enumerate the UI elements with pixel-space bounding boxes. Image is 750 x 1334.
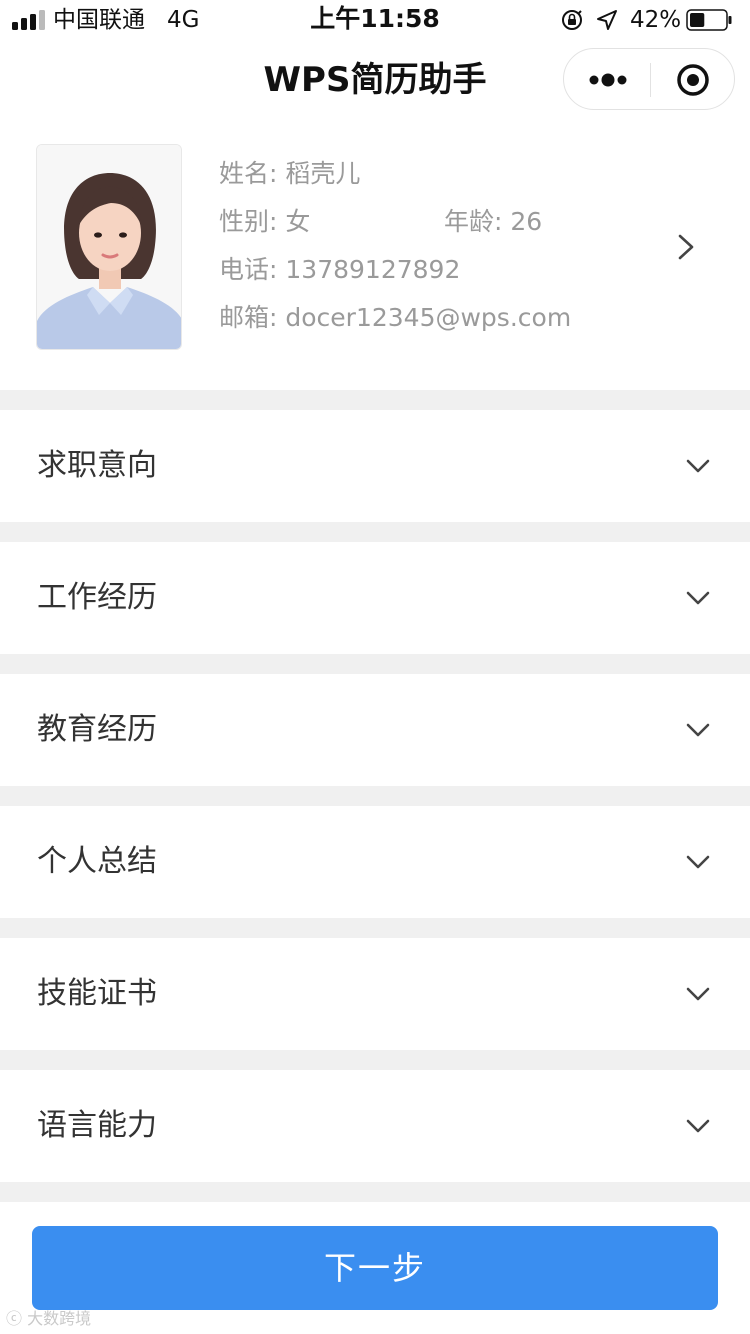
watermark-text: 大数跨境 [27, 1309, 92, 1328]
email-value: docer12345@wps.com [285, 303, 572, 332]
chevron-down-icon [686, 459, 710, 473]
section-title: 教育经历 [37, 712, 157, 747]
chevron-right-icon[interactable] [674, 232, 698, 262]
rotation-lock-icon [562, 10, 582, 30]
phone-row: 电话: 13789127892 [219, 254, 460, 286]
mini-program-capsule [563, 48, 735, 110]
more-dots-icon [589, 73, 627, 87]
watermark: ⓒ 大数跨境 [6, 1308, 91, 1330]
section-title: 工作经历 [37, 580, 157, 615]
next-step-button[interactable]: 下一步 [32, 1226, 718, 1310]
age-value: 26 [510, 207, 543, 236]
watermark-logo-icon: ⓒ [6, 1309, 23, 1328]
gender-label: 性别: [219, 207, 278, 236]
chevron-down-icon [686, 987, 710, 1001]
age-label: 年龄: [444, 207, 503, 236]
section-title: 语言能力 [37, 1108, 157, 1143]
section-job-intention[interactable]: 求职意向 [0, 410, 750, 522]
nav-bar: WPS简历助手 [0, 40, 750, 120]
section-language-skills[interactable]: 语言能力 [0, 1070, 750, 1182]
target-circle-icon [677, 64, 709, 96]
section-education[interactable]: 教育经历 [0, 674, 750, 786]
name-label: 姓名: [219, 159, 278, 188]
gender-value: 女 [285, 207, 311, 236]
section-skills-certificates[interactable]: 技能证书 [0, 938, 750, 1050]
age-row: 年龄: 26 [444, 206, 542, 238]
close-mini-program-button[interactable] [650, 49, 736, 109]
chevron-down-icon [686, 1119, 710, 1133]
profile-card[interactable]: 姓名: 稻壳儿 性别: 女 年龄: 26 电话: 13789127892 邮箱:… [0, 120, 750, 390]
battery-icon [686, 9, 732, 31]
name-row: 姓名: 稻壳儿 [219, 158, 360, 190]
location-arrow-icon [597, 10, 617, 30]
more-button[interactable] [564, 49, 650, 109]
email-label: 邮箱: [219, 303, 278, 332]
chevron-down-icon [686, 723, 710, 737]
avatar-photo [36, 144, 182, 350]
battery-percent: 42% [630, 7, 682, 33]
chevron-down-icon [686, 591, 710, 605]
section-title: 个人总结 [37, 844, 157, 879]
email-row: 邮箱: docer12345@wps.com [219, 302, 571, 334]
phone-value: 13789127892 [285, 255, 461, 284]
name-value: 稻壳儿 [285, 159, 361, 188]
section-work-experience[interactable]: 工作经历 [0, 542, 750, 654]
chevron-down-icon [686, 855, 710, 869]
section-personal-summary[interactable]: 个人总结 [0, 806, 750, 918]
bottom-bar: 下一步 [0, 1202, 750, 1334]
gender-row: 性别: 女 [219, 206, 310, 238]
section-title: 技能证书 [37, 976, 157, 1011]
phone-label: 电话: [219, 255, 278, 284]
section-title: 求职意向 [37, 448, 157, 483]
portrait-image [37, 145, 181, 349]
status-bar: 中国联通 4G 上午11:58 42% [0, 0, 750, 40]
